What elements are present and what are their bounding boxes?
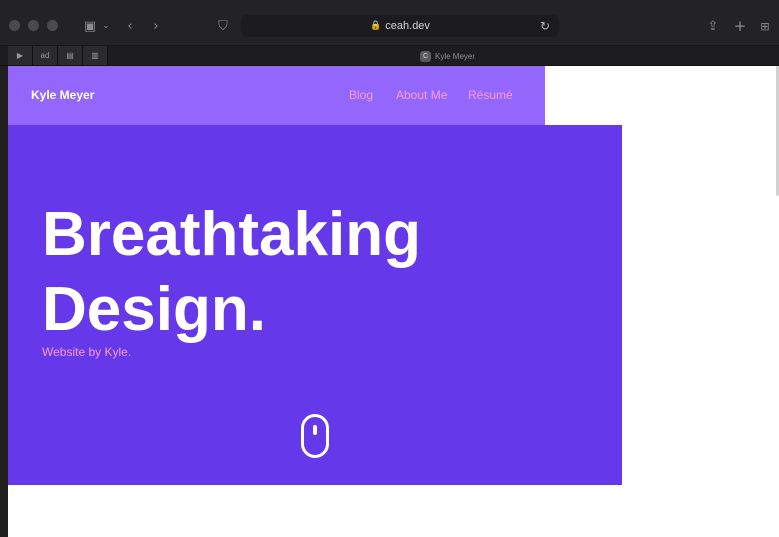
chevron-down-icon[interactable]: ⌄ (102, 17, 110, 35)
pinned-tabs: ▶ ad ▤ ▥ (8, 46, 108, 65)
nav-link-about-me[interactable]: About Me (396, 88, 447, 102)
lock-icon: 🔒 (370, 21, 382, 31)
url-text: ceah.dev (385, 20, 430, 32)
hero-title-line-2: Design. (42, 275, 266, 344)
grid-icon[interactable]: ⊞ (757, 17, 773, 35)
nav-link-resume[interactable]: Résumé (468, 88, 513, 102)
pinned-tab[interactable]: ▶ (8, 46, 33, 65)
reload-icon[interactable]: ↻ (540, 19, 550, 33)
browser-titlebar: ▣ ⌄ ‹ › ⛉ 🔒 ceah.dev ↻ ⇪ + ⊞ (0, 0, 779, 46)
mouse-scroll-icon[interactable] (301, 414, 329, 458)
minimize-window-icon[interactable] (28, 20, 39, 31)
hero-section: Breathtaking Design. Website by Kyle. (8, 125, 622, 485)
chevron-left-icon[interactable]: ‹ (123, 17, 137, 35)
shield-icon[interactable]: ⛉ (216, 17, 230, 35)
site-navbar: Kyle Meyer Blog About Me Résumé (8, 66, 545, 125)
window-controls (9, 20, 58, 31)
sidebar-icon[interactable]: ▣ (78, 17, 102, 35)
nav-link-blog[interactable]: Blog (349, 88, 373, 102)
site-brand[interactable]: Kyle Meyer (31, 88, 94, 102)
pinned-tab[interactable]: ▤ (58, 46, 83, 65)
tab-bar: ▶ ad ▤ ▥ C Kyle Meyer (0, 46, 779, 66)
web-page: Kyle Meyer Blog About Me Résumé Breathta… (8, 66, 779, 537)
address-bar[interactable]: 🔒 ceah.dev ↻ (241, 15, 559, 37)
hero-title-line-1: Breathtaking (42, 200, 421, 269)
tab-title: Kyle Meyer (435, 51, 476, 61)
pinned-tab[interactable]: ▥ (83, 46, 108, 65)
hero-subtitle: Website by Kyle. (42, 345, 132, 359)
active-tab[interactable]: C Kyle Meyer (420, 50, 475, 62)
maximize-window-icon[interactable] (47, 20, 58, 31)
close-window-icon[interactable] (9, 20, 20, 31)
plus-icon[interactable]: + (732, 17, 748, 35)
chevron-right-icon[interactable]: › (149, 17, 163, 35)
share-icon[interactable]: ⇪ (705, 17, 721, 35)
favicon-icon: C (420, 50, 431, 62)
pinned-tab[interactable]: ad (33, 46, 58, 65)
